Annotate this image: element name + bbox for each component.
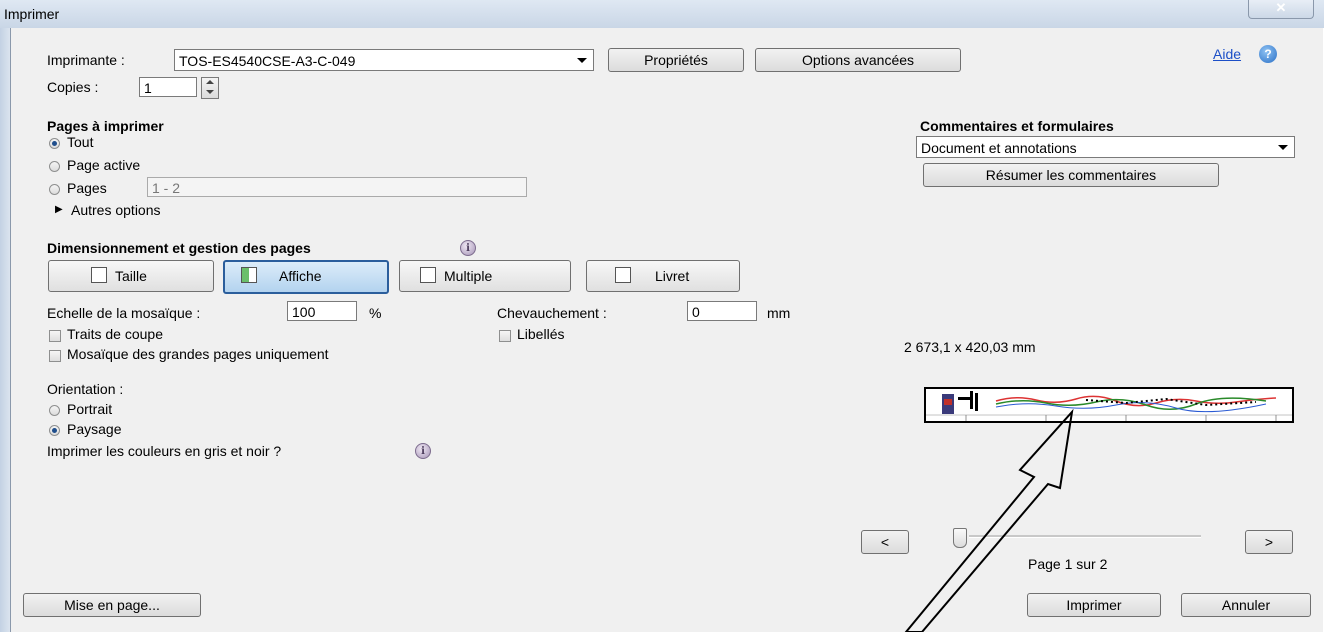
annotation-arrow (904, 408, 1074, 632)
